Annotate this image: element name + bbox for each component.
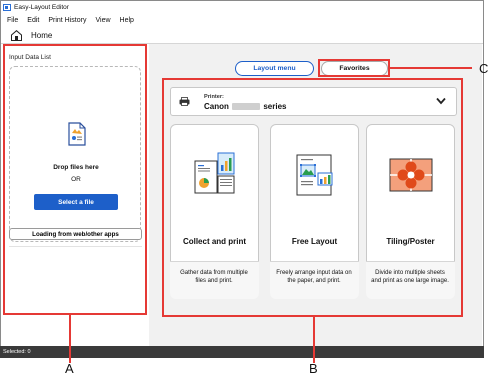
window-title: Easy-Layout Editor: [14, 3, 69, 11]
callout-b: B: [309, 361, 318, 375]
title-bar: Easy-Layout Editor: [1, 1, 483, 13]
callout-a: A: [65, 361, 74, 375]
annotation-box-a: [3, 44, 147, 315]
app-logo-icon: [3, 3, 11, 11]
selected-count: Selected: 0: [3, 349, 31, 355]
annotation-line-b: [313, 317, 315, 363]
menu-view[interactable]: View: [95, 17, 110, 24]
menu-edit[interactable]: Edit: [27, 17, 39, 24]
annotation-box-b: [162, 78, 463, 317]
annotation-box-c: [318, 59, 390, 77]
tab-layout-menu[interactable]: Layout menu: [235, 61, 314, 76]
menu-help[interactable]: Help: [120, 17, 134, 24]
menu-file[interactable]: File: [7, 17, 18, 24]
menu-print-history[interactable]: Print History: [48, 17, 86, 24]
home-icon[interactable]: [11, 29, 22, 41]
annotation-line-c: [390, 67, 472, 69]
callout-c: C: [479, 61, 489, 76]
annotation-line-a: [69, 315, 71, 363]
menu-bar: File Edit Print History View Help: [1, 14, 483, 27]
status-bar: Selected: 0: [0, 346, 484, 358]
home-bar: Home: [1, 27, 483, 44]
home-label[interactable]: Home: [31, 31, 52, 40]
